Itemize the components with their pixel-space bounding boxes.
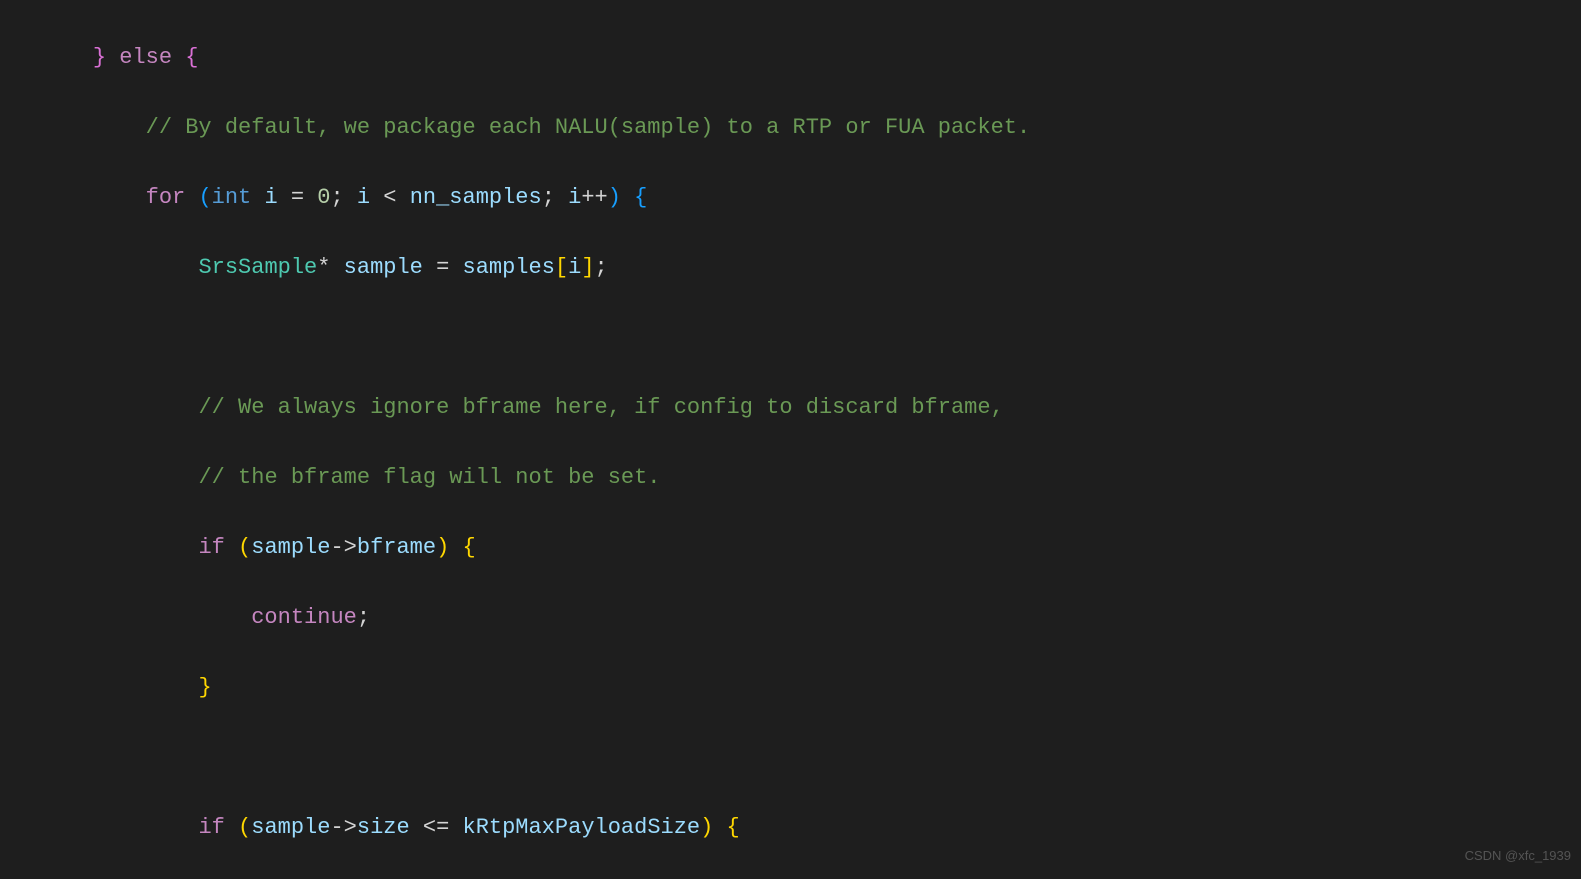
comment: // the bframe flag will not be set. bbox=[198, 465, 660, 490]
classname: SrsSample bbox=[198, 255, 317, 280]
code-line: if (sample->bframe) { bbox=[40, 530, 1581, 565]
operator: < bbox=[383, 185, 396, 210]
bracket: [ bbox=[555, 255, 568, 280]
code-line: } else { bbox=[40, 40, 1581, 75]
punct: ; bbox=[357, 605, 370, 630]
identifier: sample bbox=[251, 535, 330, 560]
keyword-continue: continue bbox=[251, 605, 357, 630]
punct: ; bbox=[330, 185, 343, 210]
operator: -> bbox=[330, 535, 356, 560]
identifier: sample bbox=[251, 815, 330, 840]
identifier: samples bbox=[463, 255, 555, 280]
identifier: nn_samples bbox=[410, 185, 542, 210]
code-line bbox=[40, 320, 1581, 355]
identifier: i bbox=[357, 185, 370, 210]
paren: ( bbox=[198, 185, 211, 210]
paren: ) bbox=[436, 535, 449, 560]
code-line bbox=[40, 740, 1581, 775]
identifier: sample bbox=[344, 255, 423, 280]
brace-open: { bbox=[463, 535, 476, 560]
paren: ( bbox=[238, 815, 251, 840]
operator: = bbox=[291, 185, 304, 210]
code-line: continue; bbox=[40, 600, 1581, 635]
comment: // By default, we package each NALU(samp… bbox=[146, 115, 1031, 140]
code-line: for (int i = 0; i < nn_samples; i++) { bbox=[40, 180, 1581, 215]
paren: ) bbox=[700, 815, 713, 840]
bracket: ] bbox=[581, 255, 594, 280]
keyword-if: if bbox=[198, 535, 224, 560]
type-int: int bbox=[212, 185, 252, 210]
brace-open: { bbox=[727, 815, 740, 840]
code-line: // By default, we package each NALU(samp… bbox=[40, 110, 1581, 145]
keyword-else: else bbox=[119, 45, 172, 70]
brace-close: } bbox=[93, 45, 106, 70]
identifier: i bbox=[568, 185, 581, 210]
identifier: kRtpMaxPayloadSize bbox=[463, 815, 701, 840]
identifier: i bbox=[264, 185, 277, 210]
code-line: // the bframe flag will not be set. bbox=[40, 460, 1581, 495]
identifier: i bbox=[568, 255, 581, 280]
operator: ++ bbox=[581, 185, 607, 210]
brace-close: } bbox=[198, 675, 211, 700]
code-area[interactable]: } else { // By default, we package each … bbox=[40, 5, 1581, 879]
punct: ; bbox=[595, 255, 608, 280]
paren: ( bbox=[238, 535, 251, 560]
comment: // We always ignore bframe here, if conf… bbox=[198, 395, 1003, 420]
paren: ) bbox=[608, 185, 621, 210]
brace-open: { bbox=[634, 185, 647, 210]
keyword-if: if bbox=[198, 815, 224, 840]
operator: * bbox=[317, 255, 330, 280]
code-line: if (sample->size <= kRtpMaxPayloadSize) … bbox=[40, 810, 1581, 845]
identifier: bframe bbox=[357, 535, 436, 560]
operator: = bbox=[436, 255, 449, 280]
code-line: // We always ignore bframe here, if conf… bbox=[40, 390, 1581, 425]
identifier: size bbox=[357, 815, 410, 840]
code-line: } bbox=[40, 670, 1581, 705]
number: 0 bbox=[317, 185, 330, 210]
keyword-for: for bbox=[146, 185, 186, 210]
punct: ; bbox=[542, 185, 555, 210]
code-editor[interactable]: } else { // By default, we package each … bbox=[0, 0, 1581, 879]
operator: -> bbox=[330, 815, 356, 840]
operator: <= bbox=[423, 815, 449, 840]
code-line: SrsSample* sample = samples[i]; bbox=[40, 250, 1581, 285]
editor-gutter bbox=[0, 0, 40, 879]
brace-open: { bbox=[185, 45, 198, 70]
